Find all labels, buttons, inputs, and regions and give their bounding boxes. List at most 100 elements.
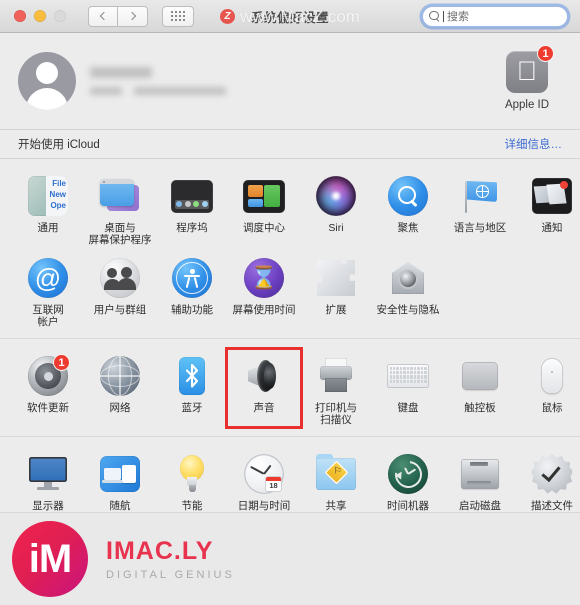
pref-language-region[interactable]: 语言与地区 — [444, 170, 516, 246]
pref-bluetooth[interactable]: 蓝牙 — [156, 350, 228, 426]
internet-accounts-icon: @ — [26, 256, 70, 300]
pref-users-groups[interactable]: 用户与群组 — [84, 252, 156, 328]
energy-saver-icon — [170, 452, 214, 496]
language-region-icon — [458, 174, 502, 218]
pref-label: 打印机与 扫描仪 — [315, 402, 357, 426]
pref-profiles[interactable]: 描述文件 — [516, 448, 580, 512]
footer-watermark-text: IMAC.LY DIGITAL GENIUS — [106, 537, 235, 581]
pref-label: 通知 — [541, 222, 563, 234]
pref-date-time[interactable]: 18 日期与时间 — [228, 448, 300, 512]
account-section[interactable]:  1 Apple ID — [0, 33, 580, 129]
chevron-left-icon — [99, 11, 109, 21]
sound-icon — [242, 354, 286, 398]
avatar-body-icon — [26, 88, 68, 110]
time-machine-icon — [386, 452, 430, 496]
pref-label: 聚焦 — [397, 222, 419, 234]
apple-id-label: Apple ID — [504, 99, 550, 111]
pref-keyboard[interactable]: 键盘 — [372, 350, 444, 426]
pref-security-privacy[interactable]: 安全性与隐私 — [372, 252, 444, 328]
back-button[interactable] — [88, 5, 118, 27]
pref-printers-scanners[interactable]: 打印机与 扫描仪 — [300, 350, 372, 426]
preferences-section-3: 显示器 随航 节能 18 日期与时间 ⚐ 共享 时间机器 启动磁盘 描述文件 — [0, 437, 580, 523]
icloud-details-link[interactable]: 详细信息… — [505, 136, 563, 152]
preferences-row: 1 软件更新 网络 蓝牙 声音 打印机与 扫描仪 键盘 触控板 鼠标 — [0, 347, 580, 432]
account-subtitle-redacted — [90, 87, 226, 95]
watermark-url: www.MacZ.com — [240, 6, 360, 26]
pref-label: 调度中心 — [243, 222, 285, 234]
pref-desktop-screensaver[interactable]: 桌面与 屏幕保护程序 — [84, 170, 156, 246]
software-update-icon: 1 — [26, 354, 70, 398]
printers-scanners-icon — [314, 354, 358, 398]
pref-screen-time[interactable]: ⌛ 屏幕使用时间 — [228, 252, 300, 328]
pref-mission-control[interactable]: 调度中心 — [228, 170, 300, 246]
show-all-button[interactable] — [162, 5, 194, 27]
pref-trackpad[interactable]: 触控板 — [444, 350, 516, 426]
preferences-row: @ 互联网 帐户 用户与群组 辅助功能 ⌛ 屏幕使用时间 扩展 安全性与隐私 — [0, 252, 580, 334]
security-privacy-icon — [386, 256, 430, 300]
footer-watermark-subtitle: DIGITAL GENIUS — [106, 569, 235, 581]
pref-sharing[interactable]: 共享 — [300, 448, 372, 512]
notifications-icon — [530, 174, 574, 218]
pref-startup-disk[interactable]: 启动磁盘 — [444, 448, 516, 512]
dock-icon — [170, 174, 214, 218]
pref-siri[interactable]: Siri — [300, 170, 372, 246]
pref-label: 键盘 — [397, 402, 419, 414]
pref-notifications[interactable]: 通知 — [516, 170, 580, 246]
pref-label: 启动磁盘 — [459, 500, 501, 512]
close-button[interactable] — [14, 10, 26, 22]
grid-icon — [170, 10, 186, 22]
pref-extensions[interactable]: 扩展 — [300, 252, 372, 328]
accessibility-icon — [170, 256, 214, 300]
profiles-icon — [530, 452, 574, 496]
extensions-icon — [314, 256, 358, 300]
software-update-badge: 1 — [53, 354, 70, 371]
pref-label: 辅助功能 — [171, 304, 213, 316]
icloud-banner: 开始使用 iCloud 详细信息… — [0, 129, 580, 159]
apple-id-button[interactable]:  1 Apple ID — [492, 45, 562, 111]
mouse-icon — [530, 354, 574, 398]
pref-label: 通用 — [37, 222, 59, 234]
titlebar: 系统偏好设置 Z www.MacZ.com 搜索 — [0, 0, 580, 33]
avatar[interactable] — [18, 52, 76, 110]
pref-label: 鼠标 — [541, 402, 563, 414]
pref-label: 软件更新 — [27, 402, 69, 414]
mission-control-icon — [242, 174, 286, 218]
pref-label: 声音 — [253, 402, 275, 414]
preferences-section-1: File New Ope 通用 桌面与 屏幕保护程序 程序坞 调度中心 Siri… — [0, 159, 580, 339]
search-icon — [429, 10, 440, 22]
minimize-button[interactable] — [34, 10, 46, 22]
pref-displays[interactable]: 显示器 — [12, 448, 84, 512]
footer-watermark: iM IMAC.LY DIGITAL GENIUS — [0, 512, 580, 605]
forward-button[interactable] — [118, 5, 148, 27]
pref-internet-accounts[interactable]: @ 互联网 帐户 — [12, 252, 84, 328]
search-field[interactable]: 搜索 — [422, 5, 568, 27]
pref-label: 显示器 — [32, 500, 64, 512]
pref-label: 桌面与 屏幕保护程序 — [88, 222, 152, 246]
apple-id-badge: 1 — [537, 45, 554, 62]
spotlight-icon — [386, 174, 430, 218]
pref-sidecar[interactable]: 随航 — [84, 448, 156, 512]
pref-label: 时间机器 — [387, 500, 429, 512]
pref-software-update[interactable]: 1 软件更新 — [12, 350, 84, 426]
pref-accessibility[interactable]: 辅助功能 — [156, 252, 228, 328]
pref-network[interactable]: 网络 — [84, 350, 156, 426]
startup-disk-icon — [458, 452, 502, 496]
pref-time-machine[interactable]: 时间机器 — [372, 448, 444, 512]
pref-general[interactable]: File New Ope 通用 — [12, 170, 84, 246]
pref-label: 屏幕使用时间 — [232, 304, 296, 316]
trackpad-icon — [458, 354, 502, 398]
account-text — [90, 67, 226, 95]
pref-energy-saver[interactable]: 节能 — [156, 448, 228, 512]
preferences-row: 显示器 随航 节能 18 日期与时间 ⚐ 共享 时间机器 启动磁盘 描述文件 — [0, 448, 580, 518]
pref-dock[interactable]: 程序坞 — [156, 170, 228, 246]
pref-mouse[interactable]: 鼠标 — [516, 350, 580, 426]
pref-label: 共享 — [325, 500, 347, 512]
pref-label: Siri — [328, 222, 344, 234]
pref-label: 蓝牙 — [181, 402, 203, 414]
pref-spotlight[interactable]: 聚焦 — [372, 170, 444, 246]
sharing-icon — [314, 452, 358, 496]
pref-label: 用户与群组 — [93, 304, 147, 316]
avatar-head-icon — [36, 62, 58, 84]
traffic-light-group — [14, 10, 66, 22]
pref-sound[interactable]: 声音 — [225, 347, 303, 429]
